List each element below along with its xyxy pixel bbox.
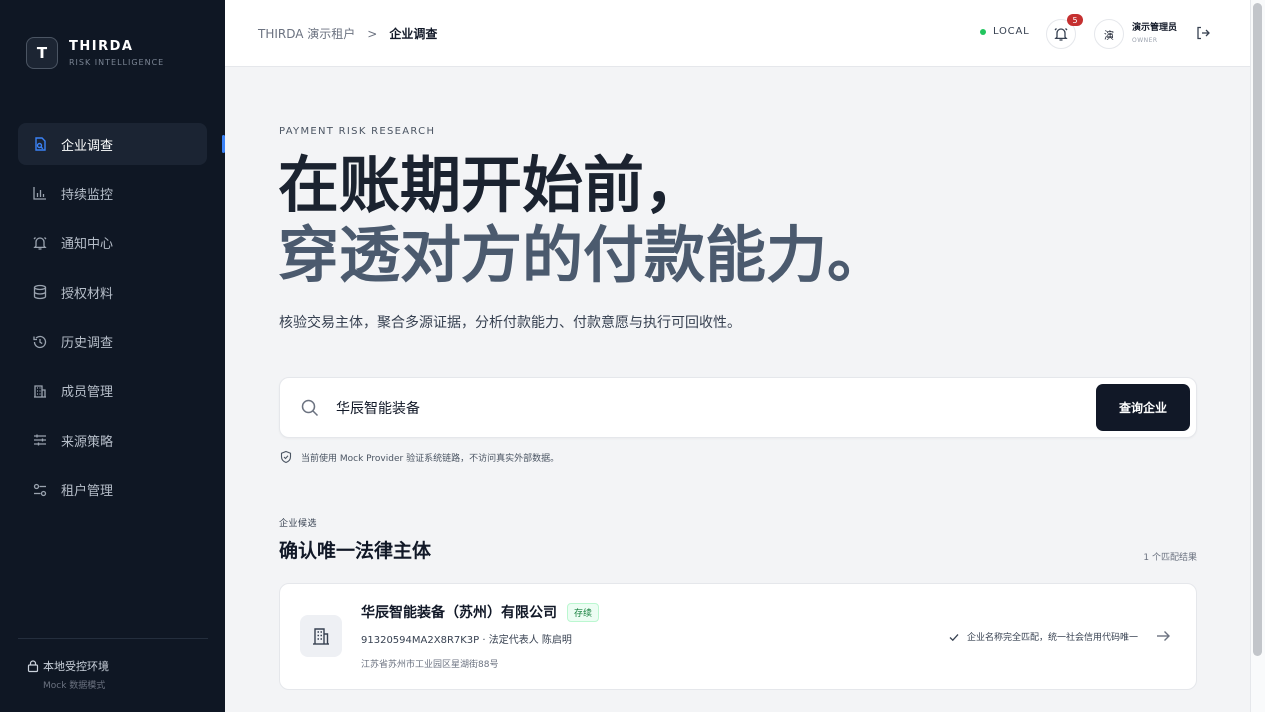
breadcrumb-current: 企业调查 bbox=[389, 27, 438, 41]
candidates-label: 企业候选 bbox=[279, 519, 318, 529]
match-count: 1 个匹配结果 bbox=[1143, 553, 1197, 563]
bell-icon bbox=[1054, 28, 1068, 41]
shield-check-icon bbox=[280, 450, 292, 464]
active-nav-indicator bbox=[222, 135, 225, 153]
sidebar-divider bbox=[18, 638, 208, 639]
candidates-title: 确认唯一法律主体 bbox=[279, 540, 432, 562]
breadcrumb-separator: > bbox=[367, 26, 378, 41]
mock-provider-notice: 当前使用 Mock Provider 验证系统链路，不访问真实外部数据。 bbox=[279, 450, 559, 464]
logout-icon bbox=[1197, 26, 1210, 40]
sidebar-item-authorization[interactable]: 授权材料 bbox=[18, 271, 207, 313]
breadcrumb: THIRDA 演示租户 > 企业调查 bbox=[258, 25, 437, 42]
sidebar-item-notifications[interactable]: 通知中心 bbox=[18, 222, 207, 264]
settings-toggle-icon bbox=[31, 481, 49, 499]
environment-label: LOCAL bbox=[993, 26, 1030, 37]
notice-text: 当前使用 Mock Provider 验证系统链路，不访问真实外部数据。 bbox=[301, 453, 560, 464]
logout-button[interactable] bbox=[1195, 25, 1211, 41]
environment-info: 本地受控环境 Mock 数据模式 bbox=[26, 658, 109, 691]
notification-count-badge: 5 bbox=[1067, 14, 1083, 26]
user-role: OWNER bbox=[1132, 37, 1158, 44]
sidebar-item-label: 持续监控 bbox=[61, 187, 114, 203]
sidebar-item-label: 来源策略 bbox=[61, 434, 114, 450]
company-address: 江苏省苏州市工业园区星湖街88号 bbox=[361, 660, 499, 670]
avatar[interactable]: 演 bbox=[1094, 19, 1124, 49]
hero-subtitle: 核验交易主体，聚合多源证据，分析付款能力、付款意愿与执行可回收性。 bbox=[279, 315, 741, 331]
brand-name: THIRDA bbox=[69, 38, 134, 54]
sidebar-item-label: 成员管理 bbox=[61, 385, 114, 401]
sidebar-item-label: 授权材料 bbox=[61, 286, 114, 302]
top-header: THIRDA 演示租户 > 企业调查 LOCAL 5 演 演示管理员 OWNER bbox=[225, 0, 1250, 67]
hero-title-line-2: 穿透对方的付款能力。 bbox=[278, 220, 889, 291]
search-input[interactable] bbox=[336, 392, 1076, 424]
bar-chart-icon bbox=[31, 184, 49, 202]
company-title-row: 华辰智能装备（苏州）有限公司 存续 bbox=[361, 602, 600, 622]
breadcrumb-tenant[interactable]: THIRDA 演示租户 bbox=[258, 25, 355, 42]
sidebar-item-label: 企业调查 bbox=[61, 138, 114, 154]
brand-text: THIRDA RISK INTELLIGENCE bbox=[69, 39, 164, 68]
brand-subtitle: RISK INTELLIGENCE bbox=[69, 57, 165, 67]
arrow-right-icon[interactable] bbox=[1155, 628, 1171, 644]
company-candidate-card[interactable]: 华辰智能装备（苏州）有限公司 存续 91320594MA2X8R7K3P · 法… bbox=[279, 583, 1197, 690]
search-company-button[interactable]: 查询企业 bbox=[1096, 384, 1190, 431]
lock-icon bbox=[27, 660, 39, 673]
status-badge: 存续 bbox=[567, 602, 600, 622]
brand[interactable]: T THIRDA RISK INTELLIGENCE bbox=[26, 37, 164, 69]
match-note: 企业名称完全匹配，统一社会信用代码唯一 bbox=[948, 630, 1138, 643]
sidebar-item-history[interactable]: 历史调查 bbox=[18, 321, 207, 363]
environment-subtitle: Mock 数据模式 bbox=[43, 681, 106, 691]
match-note-text: 企业名称完全匹配，统一社会信用代码唯一 bbox=[967, 633, 1139, 643]
bell-icon bbox=[31, 234, 49, 252]
sidebar: T THIRDA RISK INTELLIGENCE 企业调查 持续监控 通知中… bbox=[0, 0, 225, 712]
building-icon bbox=[31, 382, 49, 400]
company-meta: 91320594MA2X8R7K3P · 法定代表人 陈启明 bbox=[361, 635, 572, 646]
sidebar-item-source-policy[interactable]: 来源策略 bbox=[18, 419, 207, 461]
sidebar-item-label: 历史调查 bbox=[61, 336, 114, 352]
environment-title-text: 本地受控环境 bbox=[43, 660, 109, 673]
status-dot bbox=[980, 28, 986, 35]
search-document-icon bbox=[31, 135, 49, 153]
eyebrow-text: PAYMENT RISK RESEARCH bbox=[279, 126, 436, 137]
hero-title-line-1: 在账期开始前， bbox=[278, 150, 706, 221]
scrollbar-thumb[interactable] bbox=[1253, 3, 1262, 656]
search-box: 查询企业 bbox=[279, 377, 1197, 438]
environment-title: 本地受控环境 bbox=[26, 658, 109, 674]
user-name: 演示管理员 bbox=[1132, 23, 1178, 33]
database-icon bbox=[31, 283, 49, 301]
sliders-icon bbox=[31, 431, 49, 449]
sidebar-item-members[interactable]: 成员管理 bbox=[18, 370, 207, 412]
sidebar-nav: 企业调查 持续监控 通知中心 授权材料 历史调查 成员管理 来源策略 租户管理 bbox=[18, 123, 207, 518]
check-icon bbox=[949, 633, 959, 641]
company-name: 华辰智能装备（苏州）有限公司 bbox=[361, 605, 557, 621]
user-info[interactable]: 演示管理员 OWNER bbox=[1132, 22, 1177, 45]
search-icon bbox=[301, 399, 319, 417]
sidebar-item-company-research[interactable]: 企业调查 bbox=[18, 123, 207, 165]
sidebar-item-tenants[interactable]: 租户管理 bbox=[18, 469, 207, 511]
sidebar-item-label: 通知中心 bbox=[61, 237, 114, 253]
sidebar-item-label: 租户管理 bbox=[61, 484, 114, 500]
history-icon bbox=[31, 333, 49, 351]
building-icon bbox=[300, 615, 342, 657]
environment-badge: LOCAL bbox=[980, 26, 1029, 37]
brand-logo: T bbox=[26, 37, 58, 69]
sidebar-item-monitoring[interactable]: 持续监控 bbox=[18, 172, 207, 214]
